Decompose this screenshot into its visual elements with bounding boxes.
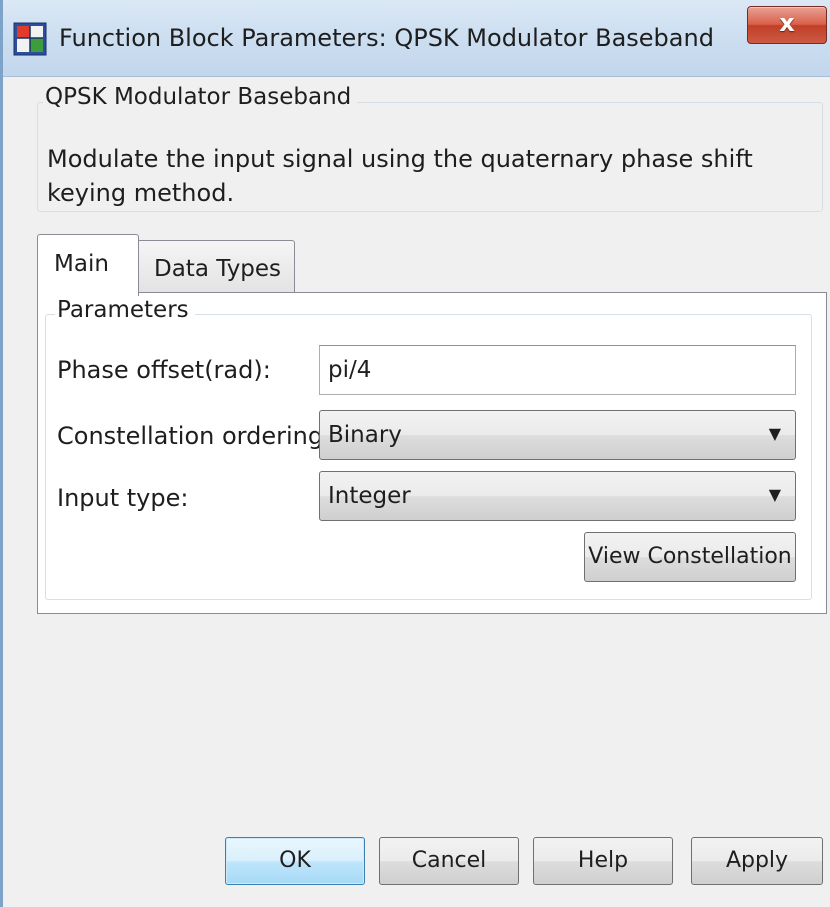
phase-offset-label: Phase offset(rad): xyxy=(57,356,271,384)
phase-offset-input[interactable] xyxy=(319,345,796,395)
simulink-block-icon xyxy=(13,22,47,56)
constellation-ordering-label: Constellation ordering: xyxy=(57,422,332,450)
ok-button[interactable]: OK xyxy=(225,837,365,885)
title-bar[interactable]: Function Block Parameters: QPSK Modulato… xyxy=(3,0,830,77)
block-description: Modulate the input signal using the quat… xyxy=(47,145,753,207)
tab-data-types[interactable]: Data Types xyxy=(137,240,295,292)
parameters-group-title: Parameters xyxy=(55,297,195,323)
constellation-ordering-value: Binary xyxy=(328,422,402,448)
input-type-value: Integer xyxy=(328,483,411,509)
help-button[interactable]: Help xyxy=(533,837,673,885)
apply-button[interactable]: Apply xyxy=(691,837,823,885)
input-type-select[interactable]: Integer ▼ xyxy=(319,471,796,521)
tab-data-types-label: Data Types xyxy=(154,256,282,282)
chevron-down-icon: ▼ xyxy=(768,485,781,504)
description-group-title: QPSK Modulator Baseband xyxy=(43,84,358,110)
close-icon: x xyxy=(779,9,795,37)
tab-main-label: Main xyxy=(54,251,109,277)
input-type-label: Input type: xyxy=(57,484,189,512)
constellation-ordering-select[interactable]: Binary ▼ xyxy=(319,410,796,460)
tab-main[interactable]: Main xyxy=(37,234,139,296)
cancel-button[interactable]: Cancel xyxy=(379,837,519,885)
close-button[interactable]: x xyxy=(747,6,827,44)
window-title: Function Block Parameters: QPSK Modulato… xyxy=(59,24,714,52)
view-constellation-button[interactable]: View Constellation xyxy=(584,532,796,582)
chevron-down-icon: ▼ xyxy=(768,424,781,443)
dialog-window: Function Block Parameters: QPSK Modulato… xyxy=(0,0,830,907)
